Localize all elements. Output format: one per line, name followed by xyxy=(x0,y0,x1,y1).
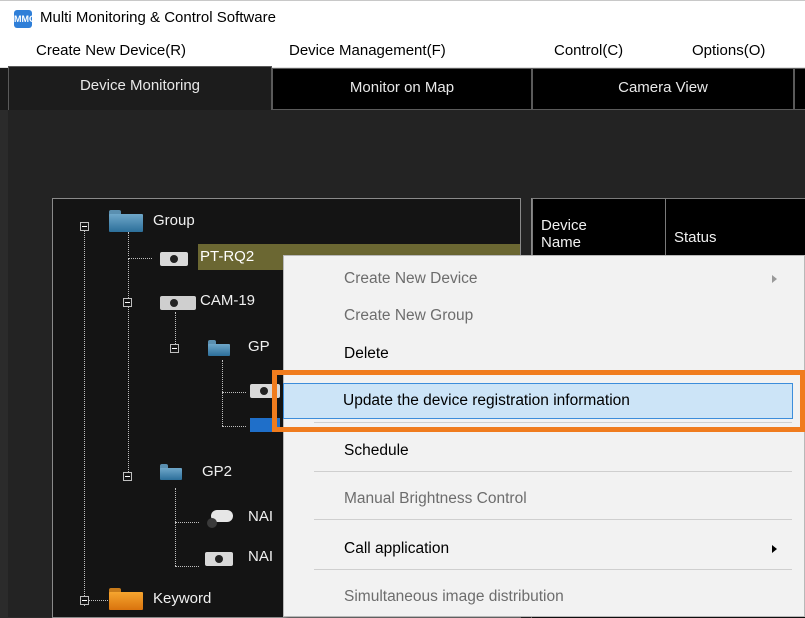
title-bar: MMC Multi Monitoring & Control Software xyxy=(0,0,805,34)
menu-item-delete[interactable]: Delete xyxy=(284,337,804,371)
menu-item-manual-brightness-control[interactable]: Manual Brightness Control xyxy=(284,482,804,516)
chevron-right-icon xyxy=(772,275,777,283)
tree-connector xyxy=(84,226,85,606)
tree-connector xyxy=(128,232,129,256)
tree-node-nai[interactable]: NAI xyxy=(248,508,273,525)
camera-icon xyxy=(160,296,196,310)
context-menu: Create New Device Create New Group Delet… xyxy=(283,255,805,617)
folder-icon xyxy=(208,340,230,356)
menu-separator xyxy=(314,569,792,570)
menu-control[interactable]: Control(C) xyxy=(554,42,623,59)
menu-item-call-application[interactable]: Call application xyxy=(284,532,804,566)
tree-connector xyxy=(128,258,129,476)
menu-item-simultaneous-image-distribution[interactable]: Simultaneous image distribution xyxy=(284,580,804,614)
camera-icon xyxy=(205,508,235,528)
projector-icon xyxy=(160,252,188,266)
app-logo-icon: MMC xyxy=(14,10,36,28)
window-title: Multi Monitoring & Control Software xyxy=(40,9,276,26)
tree-node-cam-19[interactable]: CAM-19 xyxy=(200,292,255,309)
tab-monitor-on-map[interactable]: Monitor on Map xyxy=(272,68,532,110)
tree-connector xyxy=(222,426,246,427)
tree-node-nai[interactable]: NAI xyxy=(248,548,273,565)
tab-overflow[interactable] xyxy=(794,68,805,110)
menu-device-management[interactable]: Device Management(F) xyxy=(289,42,446,59)
tree-connector xyxy=(175,522,199,523)
folder-icon xyxy=(109,210,143,232)
tree-connector xyxy=(175,566,199,567)
projector-icon xyxy=(205,552,233,566)
callout-highlight-box xyxy=(272,370,805,432)
tree-node-keyword[interactable]: Keyword xyxy=(153,590,211,607)
menu-separator xyxy=(314,471,792,472)
tree-connector xyxy=(175,488,176,566)
tree-node-pt-rq2[interactable]: PT-RQ2 xyxy=(200,248,254,265)
tree-node-gp[interactable]: GP xyxy=(248,338,270,355)
column-header-status[interactable]: Status xyxy=(665,198,805,256)
tree-node-gp2[interactable]: GP2 xyxy=(202,463,232,480)
menu-item-create-new-group[interactable]: Create New Group xyxy=(284,299,804,333)
tree-node-group[interactable]: Group xyxy=(153,212,195,229)
tab-device-monitoring[interactable]: Device Monitoring xyxy=(8,66,272,110)
menu-bar: Create New Device(R) Device Management(F… xyxy=(0,34,805,68)
menu-separator xyxy=(314,519,792,520)
folder-icon xyxy=(109,588,143,610)
tree-connector xyxy=(222,360,223,426)
tree-connector xyxy=(175,312,176,348)
menu-item-schedule[interactable]: Schedule xyxy=(284,434,804,468)
tab-bar: Device Monitoring Monitor on Map Camera … xyxy=(0,66,805,110)
menu-item-create-new-device[interactable]: Create New Device xyxy=(284,262,804,296)
folder-icon xyxy=(160,464,182,480)
collapse-icon[interactable] xyxy=(123,472,132,481)
tree-connector xyxy=(128,258,152,259)
collapse-icon[interactable] xyxy=(80,596,89,605)
collapse-icon[interactable] xyxy=(80,222,89,231)
collapse-icon[interactable] xyxy=(170,344,179,353)
tree-connector xyxy=(222,392,246,393)
collapse-icon[interactable] xyxy=(123,298,132,307)
menu-options[interactable]: Options(O) xyxy=(692,42,765,59)
chevron-right-icon xyxy=(772,545,777,553)
menu-create-new-device[interactable]: Create New Device(R) xyxy=(36,42,186,59)
column-header-device-name[interactable]: Device Name xyxy=(532,198,666,256)
tab-camera-view[interactable]: Camera View xyxy=(532,68,794,110)
